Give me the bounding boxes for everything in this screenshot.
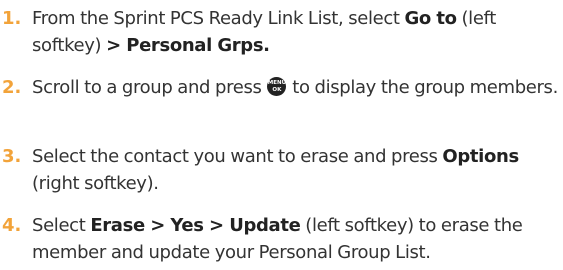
step-number: 2. (2, 77, 22, 98)
bold-term: Options (442, 146, 519, 167)
step-number: 1. (2, 8, 22, 29)
instruction-steps: 1. From the Sprint PCS Ready Link List, … (0, 0, 563, 270)
bold-term: Go to (404, 8, 457, 29)
step-number: 3. (2, 146, 22, 167)
step-text: Scroll to a group and press MENU OK to di… (32, 77, 558, 98)
step-text: From the Sprint PCS Ready Link List, sel… (32, 8, 496, 56)
step-number: 4. (2, 215, 22, 236)
menu-ok-key-icon: MENU OK (267, 77, 287, 96)
step-text: Select Erase > Yes > Update (left softke… (32, 215, 523, 263)
bold-term: Erase > Yes > Update (90, 215, 301, 236)
bold-term: > Personal Grps. (106, 35, 270, 56)
step-text: Select the contact you want to erase and… (32, 146, 519, 194)
